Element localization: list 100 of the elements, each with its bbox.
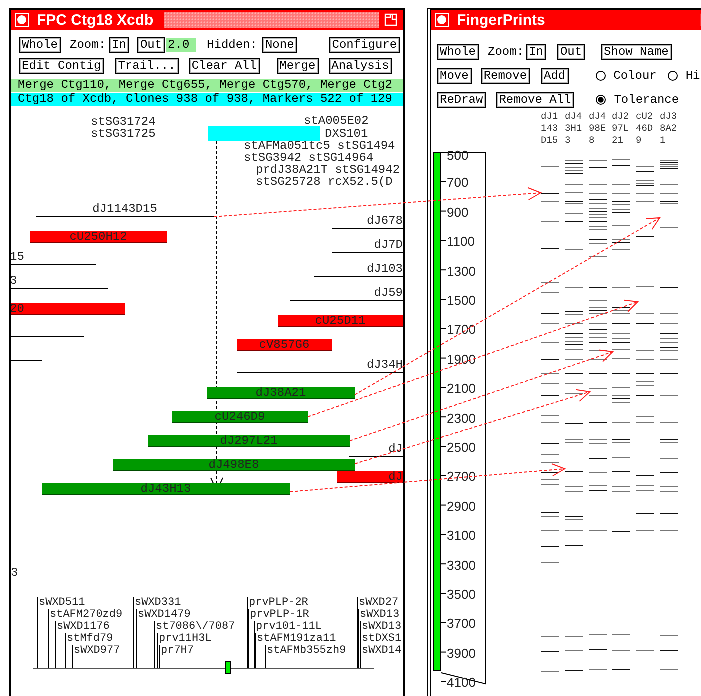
- window-menu-icon[interactable]: [15, 13, 29, 27]
- clone-line[interactable]: 3: [11, 276, 108, 289]
- toolbar-button[interactable]: In: [109, 37, 130, 53]
- marker-name[interactable]: stSG31725: [91, 128, 156, 140]
- lane-label[interactable]: 21: [612, 135, 624, 147]
- marker-name[interactable]: DXS101: [325, 128, 368, 140]
- marker[interactable]: sWXD331: [135, 597, 182, 609]
- clone-line[interactable]: dJ59: [290, 288, 403, 301]
- marker[interactable]: stAFMb355zh9: [267, 645, 346, 657]
- clone-bar[interactable]: dJ: [337, 471, 403, 483]
- clone-bar[interactable]: dJ43H13: [42, 483, 290, 495]
- marker[interactable]: stAFM191za11: [257, 633, 336, 645]
- marker-name[interactable]: stSG3942 stSG14964: [244, 152, 374, 164]
- marker[interactable]: sWXD511: [39, 597, 86, 609]
- lane-label[interactable]: cU2: [636, 111, 654, 123]
- clone-line[interactable]: dJ678: [332, 216, 403, 229]
- clone-line[interactable]: dJ1143D15: [36, 204, 214, 217]
- marker[interactable]: sWXD14: [362, 645, 402, 657]
- lane-label[interactable]: 46D: [636, 123, 654, 135]
- clone-line[interactable]: dJ7D: [332, 240, 403, 253]
- marker[interactable]: st7086\/7087: [156, 621, 236, 633]
- marker[interactable]: sWXD977: [74, 645, 120, 657]
- scale-label: 4100: [447, 675, 476, 692]
- marker-name[interactable]: prdJ38A21T stSG14942: [256, 164, 400, 176]
- clone-bar[interactable]: cU246D9: [172, 411, 308, 423]
- marker[interactable]: prv101-11L: [256, 621, 322, 633]
- clone-line[interactable]: dJ103: [314, 264, 403, 277]
- toolbar-button[interactable]: ReDraw: [437, 92, 486, 108]
- scale-label: 3700: [447, 616, 476, 632]
- lane-label[interactable]: 3H1: [565, 123, 582, 135]
- position-marker: [225, 661, 231, 674]
- toolbar-button[interactable]: Out: [557, 44, 586, 60]
- marker[interactable]: prvPLP-1R: [250, 609, 310, 621]
- toolbar-button[interactable]: Out: [137, 37, 166, 53]
- toolbar-button[interactable]: Whole: [437, 44, 480, 60]
- lane-label[interactable]: dJ4: [565, 111, 582, 123]
- marker[interactable]: prvPLP-2R: [249, 597, 308, 609]
- toolbar-button[interactable]: Add: [541, 68, 569, 84]
- toolbar-button[interactable]: In: [526, 44, 546, 60]
- window-menu-icon[interactable]: [435, 13, 449, 27]
- lane-label[interactable]: dJ3: [660, 111, 678, 123]
- lane-label[interactable]: 97L: [612, 123, 630, 135]
- scale-label: 3900: [447, 646, 476, 662]
- clone-bar[interactable]: dJ498E8: [113, 459, 355, 471]
- clone-line[interactable]: dJ34H: [237, 360, 403, 373]
- lane-label[interactable]: dJ4: [589, 111, 606, 123]
- marker[interactable]: sWXD27: [359, 597, 399, 609]
- radio-button[interactable]: Colour: [596, 69, 657, 83]
- toolbar-button[interactable]: Merge: [276, 58, 319, 74]
- marker[interactable]: sWXD1479: [138, 609, 191, 621]
- marker-name[interactable]: stSG31724: [91, 116, 156, 128]
- lane-label[interactable]: 98E: [589, 123, 606, 135]
- lane-label[interactable]: 143: [541, 123, 558, 135]
- zoom-field[interactable]: 2.0: [166, 38, 196, 52]
- toolbar-button[interactable]: None: [262, 37, 298, 53]
- marker[interactable]: stAFM270zd9: [50, 609, 123, 621]
- scale-label: 1900: [447, 352, 476, 368]
- clone-bar[interactable]: cV857G6: [237, 339, 332, 351]
- toolbar-button[interactable]: Configure: [329, 37, 400, 53]
- lane-label[interactable]: 8A2: [660, 123, 678, 135]
- toolbar-button[interactable]: Analysis: [328, 58, 392, 74]
- clone-bar[interactable]: dJ297L21: [148, 435, 350, 447]
- marker[interactable]: pr7H7: [161, 645, 194, 657]
- clone-line[interactable]: 15: [11, 252, 96, 265]
- radio-button[interactable]: Tolerance: [596, 93, 680, 107]
- scale-label: 2100: [447, 381, 476, 398]
- toolbar-label: Hidden:: [207, 38, 258, 52]
- radio-button[interactable]: Hi: [668, 69, 700, 83]
- lane-label[interactable]: 1: [660, 135, 666, 147]
- toolbar-button[interactable]: Show Name: [601, 44, 672, 60]
- toolbar-button[interactable]: Remove: [480, 68, 530, 84]
- lane-label[interactable]: 3: [565, 135, 571, 147]
- marker[interactable]: stMfd79: [67, 633, 114, 645]
- toolbar-button[interactable]: Remove All: [496, 92, 574, 108]
- clone-bar[interactable]: cU25D11: [278, 315, 403, 327]
- toolbar-button[interactable]: Clear All: [188, 58, 260, 74]
- marker-name[interactable]: stAFMa051tc5 stSG1494: [244, 140, 396, 152]
- toolbar-button[interactable]: Move: [437, 68, 472, 84]
- clone-bar[interactable]: cU250H12: [30, 231, 167, 243]
- toolbar-button[interactable]: Edit Contig: [19, 58, 104, 74]
- clone-bar[interactable]: 20: [11, 303, 125, 315]
- clone-line[interactable]: dJ: [349, 444, 403, 457]
- clone-bar[interactable]: dJ38A21: [207, 387, 355, 399]
- lane-label[interactable]: dJ2: [612, 111, 630, 123]
- marker-name[interactable]: stSG25728 rcX52.5(D: [256, 176, 393, 188]
- marker[interactable]: sWXD13: [362, 621, 402, 633]
- maximize-icon[interactable]: [384, 13, 398, 27]
- clone-label: 3: [11, 567, 18, 579]
- marker[interactable]: stDXS1: [362, 633, 402, 645]
- toolbar-button[interactable]: Whole: [19, 37, 62, 53]
- lane-label[interactable]: dJ1: [541, 111, 558, 123]
- scale-label: 1500: [447, 293, 476, 309]
- lane-label[interactable]: D15: [541, 135, 558, 147]
- toolbar-button[interactable]: Trail...: [115, 58, 179, 74]
- marker[interactable]: sWXD13: [360, 609, 400, 621]
- marker-name[interactable]: stA005E02: [304, 115, 369, 127]
- lane-label[interactable]: 8: [589, 135, 595, 147]
- lane-label[interactable]: 9: [636, 135, 642, 147]
- marker[interactable]: prv11H3L: [159, 633, 212, 645]
- marker[interactable]: sWXD1176: [57, 621, 110, 633]
